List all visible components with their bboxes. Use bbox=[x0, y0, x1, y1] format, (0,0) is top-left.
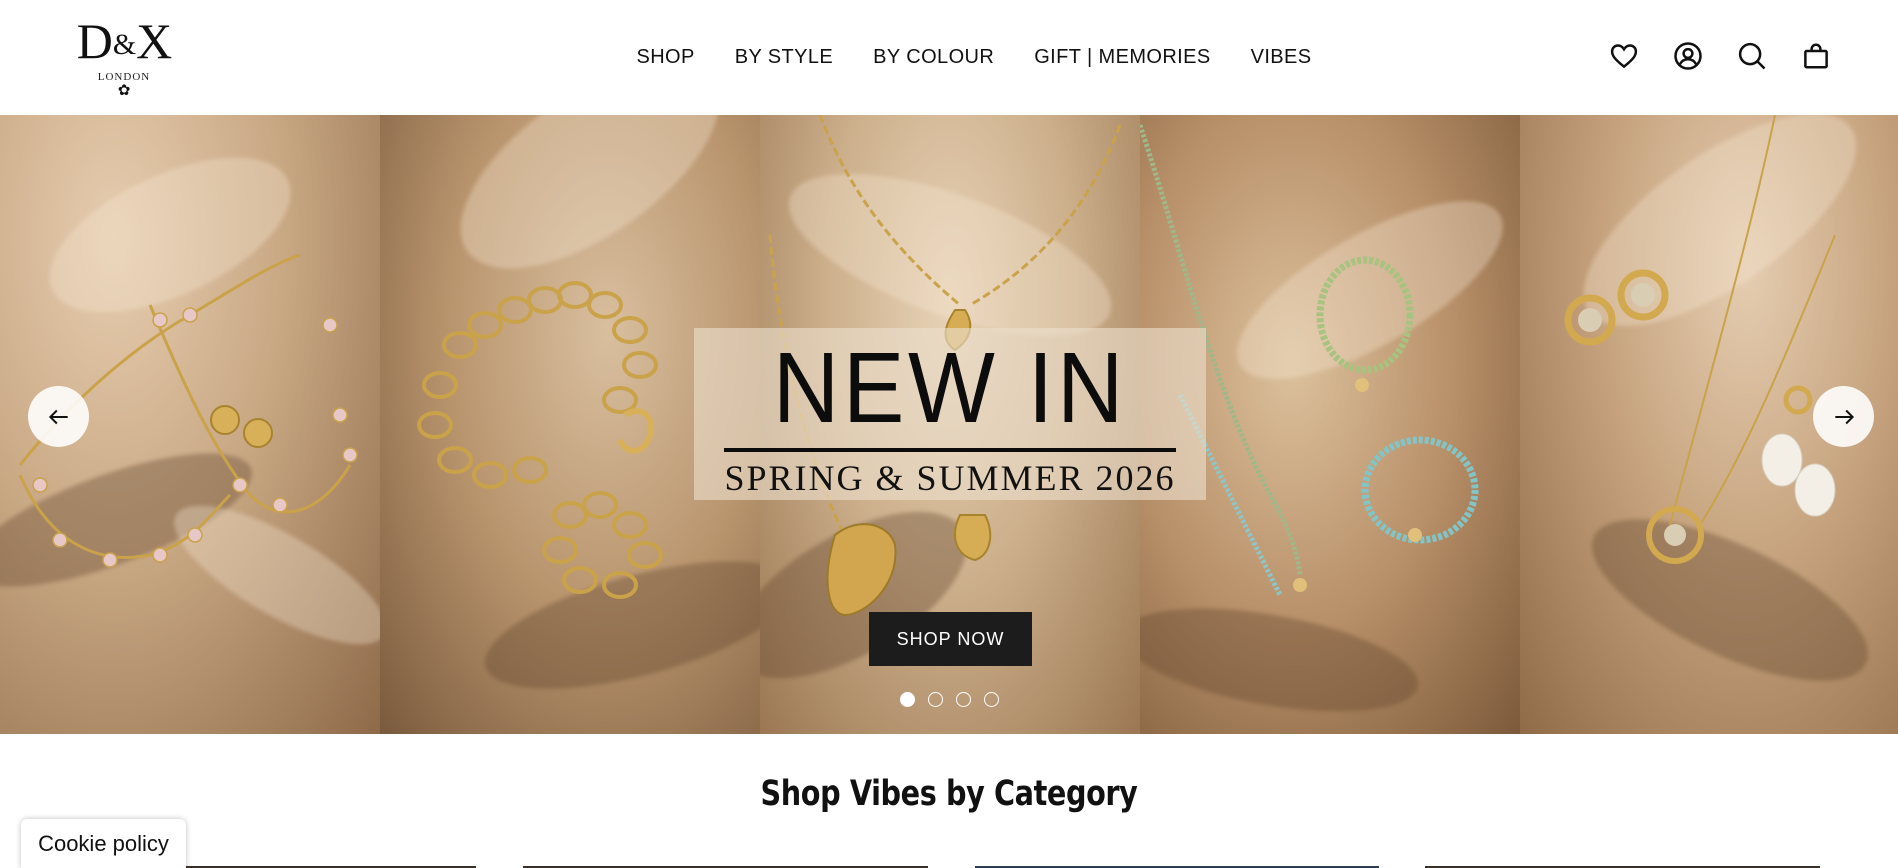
carousel-dot-3[interactable] bbox=[956, 692, 971, 707]
section-title: Shop Vibes by Category bbox=[760, 774, 1138, 814]
hero-title-underline bbox=[724, 448, 1176, 452]
carousel-dot-2[interactable] bbox=[928, 692, 943, 707]
hero-title: NEW IN bbox=[772, 332, 1128, 444]
nav-item-gift-memories[interactable]: GIFT | MEMORIES bbox=[1034, 44, 1210, 70]
nav-item-shop[interactable]: SHOP bbox=[636, 44, 694, 70]
search-icon[interactable] bbox=[1736, 40, 1768, 72]
nav-item-by-colour[interactable]: BY COLOUR bbox=[873, 44, 994, 70]
site-header: D&X LONDON ✿ SHOP BY STYLE BY COLOUR GIF… bbox=[0, 0, 1898, 115]
hero-carousel: NEW IN SPRING & SUMMER 2026 SHOP NOW bbox=[0, 115, 1898, 734]
carousel-prev-button[interactable] bbox=[28, 386, 89, 447]
heart-icon[interactable] bbox=[1608, 40, 1640, 72]
carousel-dot-4[interactable] bbox=[984, 692, 999, 707]
arrow-right-icon bbox=[1834, 409, 1854, 424]
carousel-next-button[interactable] bbox=[1813, 386, 1874, 447]
shop-now-button[interactable]: SHOP NOW bbox=[869, 612, 1032, 666]
account-icon[interactable] bbox=[1672, 40, 1704, 72]
carousel-dot-1[interactable] bbox=[900, 692, 915, 707]
arrow-left-icon bbox=[48, 409, 68, 424]
cookie-policy-button[interactable]: Cookie policy bbox=[21, 819, 186, 868]
carousel-dots bbox=[900, 692, 999, 707]
nav-item-by-style[interactable]: BY STYLE bbox=[735, 44, 833, 70]
flower-icon: ✿ bbox=[117, 82, 131, 99]
bag-icon[interactable] bbox=[1800, 40, 1832, 72]
hero-subtitle: SPRING & SUMMER 2026 bbox=[724, 458, 1176, 498]
nav-item-vibes[interactable]: VIBES bbox=[1251, 44, 1312, 70]
header-actions bbox=[1608, 40, 1832, 72]
hero-title-box: NEW IN SPRING & SUMMER 2026 bbox=[694, 328, 1206, 500]
